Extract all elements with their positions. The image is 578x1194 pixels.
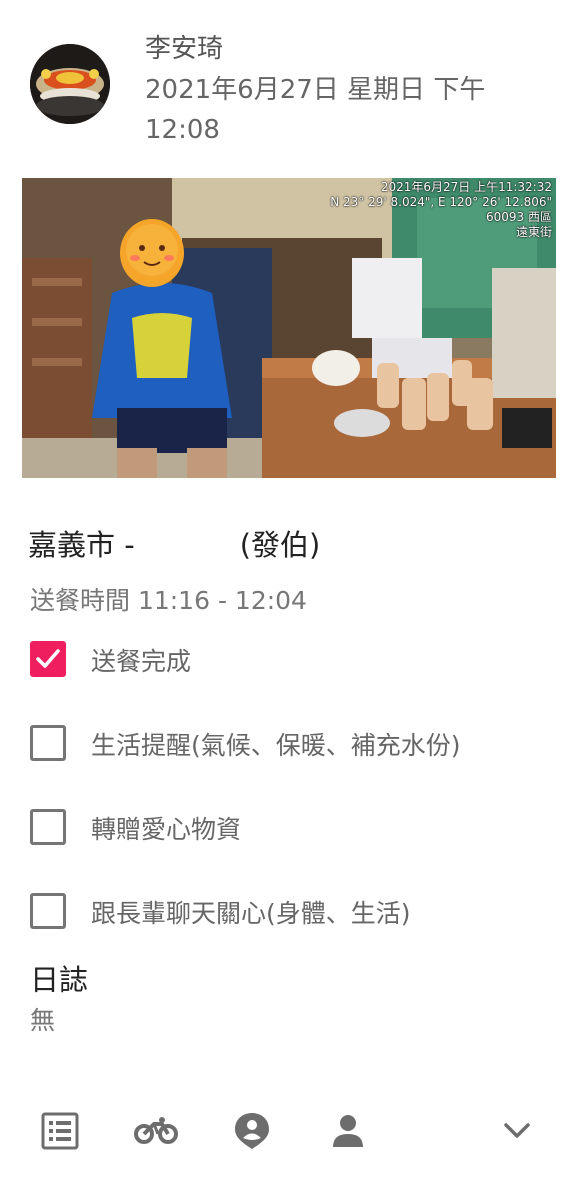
- person-icon[interactable]: [325, 1108, 371, 1154]
- post-header: 李安琦 2021年6月27日 星期日 下午 12:08: [0, 0, 578, 160]
- author-name: 李安琦: [145, 34, 224, 64]
- stamp-date: 2021年6月27日 上午11:32:32: [380, 180, 552, 194]
- city-prefix: 嘉義市 -: [28, 528, 135, 562]
- checklist-label: 轉贈愛心物資: [91, 815, 242, 844]
- checklist-item-chat-care[interactable]: 跟長輩聊天關心(身體、生活): [30, 893, 570, 933]
- record-title: 嘉義市 - (發伯): [28, 522, 320, 564]
- checklist-item-donate-supplies[interactable]: 轉贈愛心物資: [30, 809, 570, 849]
- post-datetime: 2021年6月27日 星期日 下午 12:08: [145, 75, 486, 145]
- location-person-icon[interactable]: [229, 1108, 275, 1154]
- list-icon[interactable]: [37, 1108, 83, 1154]
- bottom-nav: [0, 1100, 578, 1164]
- checkbox-unchecked[interactable]: [30, 725, 66, 761]
- bicycle-icon[interactable]: [133, 1108, 179, 1154]
- log-value: 無: [30, 1006, 56, 1035]
- checklist-item-life-reminder[interactable]: 生活提醒(氣候、保暖、補充水份): [30, 725, 570, 765]
- avatar[interactable]: [30, 44, 110, 124]
- stamp-coords: N 23° 29' 8.024", E 120° 26' 12.806": [330, 195, 552, 209]
- checklist-label: 生活提醒(氣候、保暖、補充水份): [91, 731, 461, 760]
- chevron-down-icon[interactable]: [494, 1108, 540, 1154]
- checklist-label: 跟長輩聊天關心(身體、生活): [91, 899, 411, 928]
- elder-name: (發伯): [239, 528, 321, 562]
- checklist-label: 送餐完成: [91, 647, 192, 676]
- photo-timestamp: 2021年6月27日 上午11:32:32 N 23° 29' 8.024", …: [330, 180, 552, 240]
- checklist-item-meal-delivered[interactable]: 送餐完成: [30, 641, 570, 681]
- delivery-time: 送餐時間 11:16 - 12:04: [30, 586, 307, 615]
- stamp-area: 60093 西區: [486, 210, 552, 224]
- stamp-street: 遠東街: [515, 225, 552, 239]
- checkbox-checked[interactable]: [30, 641, 66, 677]
- log-title: 日誌: [30, 963, 89, 997]
- check-icon: [36, 649, 60, 668]
- delivery-photo[interactable]: 2021年6月27日 上午11:32:32 N 23° 29' 8.024", …: [22, 178, 556, 478]
- checkbox-unchecked[interactable]: [30, 809, 66, 845]
- checkbox-unchecked[interactable]: [30, 893, 66, 929]
